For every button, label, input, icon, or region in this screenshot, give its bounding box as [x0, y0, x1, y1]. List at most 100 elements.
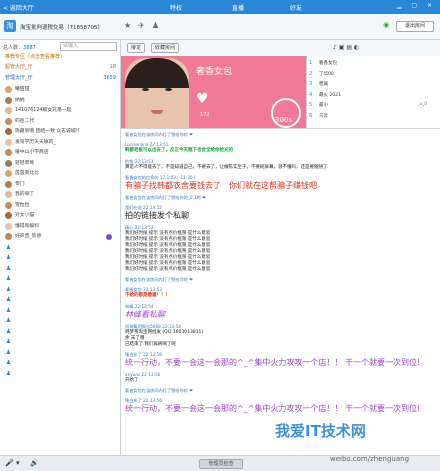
- user-list-item[interactable]: 对女小猫: [0, 211, 120, 221]
- user-list-item[interactable]: ♟: [0, 295, 120, 305]
- queue-user-name[interactable]: 奢香女包: [319, 60, 337, 66]
- user-list-item[interactable]: 发哥学历天天嘛的_: [0, 138, 120, 148]
- microphone-icon[interactable]: 🎤 ▾: [5, 459, 19, 467]
- chat-message: 奢香女包在该房间内打了赞给你的 ❤: [125, 277, 425, 283]
- chat-message-header[interactable]: 奢香女包在该房间内打了赞给你的 ❤: [125, 132, 425, 138]
- user-list-item[interactable]: ♟: [0, 369, 120, 379]
- user-list-item[interactable]: 我的单丁: [0, 190, 120, 200]
- user-name: 我的单丁: [15, 192, 35, 197]
- chat-message-header[interactable]: 奢香女包在该房间内打了赞给你的_0:1的 ❤: [125, 195, 425, 201]
- group-admin-hall-1[interactable]: 超管大厅_厅 18: [0, 63, 120, 72]
- queue-user-name[interactable]: 最火 2021: [319, 92, 341, 98]
- queue-user-name[interactable]: 稳诚: [319, 81, 328, 87]
- user-list-item[interactable]: ♟: [0, 337, 120, 347]
- chat-message-header[interactable]: 奢香女包在该房间内打了赞给你的 ❤: [125, 388, 425, 394]
- user-list-item[interactable]: 懂得和解料: [0, 222, 120, 232]
- queue-user-name[interactable]: 乌云: [319, 113, 328, 119]
- user-avatar: [5, 170, 12, 177]
- chat-message: 精心 22:13:52 我们好时候 提示 没有点价框限 是什么意思 我们好时候 提示…: [125, 225, 425, 273]
- anchor-name: 奢香女包: [196, 67, 233, 77]
- user-icon: ♟: [5, 317, 12, 324]
- speaker-icon[interactable]: 🔊: [30, 459, 39, 467]
- chat-message: 拍拍 22:13:51 算是人不得能去了，不是知道自己，不要去了，让做陈实至于，不…: [125, 159, 425, 171]
- user-list-item[interactable]: ♟: [0, 306, 120, 316]
- chat-message-body: 不给的都是傻逼！！！: [125, 293, 425, 299]
- user-list-item[interactable]: ♟: [0, 348, 120, 358]
- tab-privilege[interactable]: 特权: [170, 3, 182, 12]
- chat-message: 奢香女包的信息的 17:1:03 (-11:30 ) 有骗子找韩都衣舍要钱去了 你…: [125, 175, 425, 191]
- user-icon: ♟: [5, 359, 12, 366]
- plane-icon[interactable]: ✈: [138, 21, 145, 30]
- user-list-item[interactable]: 的爸二代: [0, 117, 120, 127]
- relay-button[interactable]: 接龙: [127, 43, 146, 53]
- left-bottom-bar: [0, 443, 120, 455]
- user-list-item[interactable]: 轻轻草莓: [0, 159, 120, 169]
- queue-number: 4: [309, 91, 313, 98]
- user-avatar: [5, 96, 12, 104]
- watermark-cn: 我爱IT技术网: [275, 422, 366, 440]
- group-admin-hall-2[interactable]: 管理大厅_厅 3659: [0, 74, 120, 83]
- user-list-item[interactable]: 缓中山小学商店: [0, 148, 120, 158]
- user-list-item[interactable]: 纳纳: [0, 96, 120, 106]
- chat-message: 林峰 22:13:54 林峰看私聊: [125, 304, 425, 320]
- anchor-eye-right: [165, 88, 172, 91]
- chat-message-body: 韩都老板可以出去了，反正今天跑下也会全给你抢光的: [125, 148, 425, 154]
- user-icon: ♟: [5, 254, 12, 261]
- user-list-item[interactable]: 茵茵爽比比: [0, 169, 120, 179]
- user-list-item[interactable]: ♟: [0, 285, 120, 295]
- manage-check-button[interactable]: 管理员检查: [199, 459, 243, 469]
- user-list-item[interactable]: ♟: [0, 327, 120, 337]
- back-to-lobby-button[interactable]: < 返回大厅: [3, 3, 34, 12]
- user-icon: ♟: [5, 327, 12, 335]
- search-input[interactable]: 请输入: [60, 42, 117, 51]
- user-list-item[interactable]: ♟: [0, 243, 120, 253]
- chat-message: 锤白东了 22:13:58 统一行动，不要一会这一会那的^_^集中火力攻攻一个店！…: [125, 352, 425, 368]
- user-list-item[interactable]: ♟: [0, 316, 120, 326]
- top-bar: < 返回大厅 特权 直播 好友 ▁ ▢ ✕: [0, 0, 440, 14]
- queue-number: 5: [309, 102, 313, 108]
- user-list-item[interactable]: 好声音_慌感: [0, 232, 120, 242]
- user-name: 缓中山小学商店: [15, 150, 49, 155]
- chat-message: 奢香女包在该房间内打了赞给你的_0:1的 ❤: [125, 195, 425, 201]
- heart-count: 172: [200, 112, 210, 118]
- chat-area[interactable]: 奢香女包在该房间内打了赞给你的 ❤ Lucisenlina 22:13:51 韩都老…: [121, 128, 440, 455]
- window-controls[interactable]: ▁ ▢ ✕: [397, 2, 436, 9]
- media-controls-icon[interactable]: ♪ ▣ ▤ ◐: [333, 44, 359, 51]
- user-avatar: [5, 86, 12, 93]
- user-list-item[interactable]: 曦甜甜: [0, 85, 120, 95]
- user-list-item[interactable]: 141076124解女兄弟一起: [0, 106, 120, 116]
- queue-user-name[interactable]: 了华00: [319, 71, 334, 77]
- heart-icon[interactable]: ♥: [196, 92, 210, 106]
- tab-live[interactable]: 直播: [232, 3, 244, 12]
- user-list-item[interactable]: 隐藏到哦 团结一致 众志诚城!!: [0, 127, 120, 137]
- chat-message-line: 已结束了 我们再刷啊了呢: [125, 342, 176, 347]
- chat-message-body: 统一行动，不要一会这一会那的^_^集中火力攻攻一个店！！ 干一个就要一次到位!: [125, 404, 425, 414]
- user-icon: ♟: [5, 296, 12, 303]
- anchor-mouth: [151, 110, 163, 114]
- star-icon[interactable]: ★: [124, 21, 131, 30]
- user-avatar: [5, 201, 12, 209]
- group-recommend[interactable]: 推荐专区（点击查看推荐）: [0, 53, 120, 62]
- user-list-item[interactable]: ♟: [0, 274, 120, 284]
- chat-message-body: 林峰看私聊: [125, 310, 425, 320]
- user-list-item[interactable]: 雪粒粒: [0, 201, 120, 211]
- user-list-item[interactable]: ♟: [0, 358, 120, 368]
- user-list-item[interactable]: 零门: [0, 180, 120, 190]
- add-user-icon[interactable]: ♟: [152, 21, 159, 30]
- favorite-room-button[interactable]: 收藏房间: [151, 43, 180, 53]
- user-name: 好声音_慌感: [15, 234, 42, 239]
- exit-room-button[interactable]: 退出房间: [396, 21, 434, 32]
- user-list-item[interactable]: ♟: [0, 253, 120, 263]
- chat-message-line: 开始了: [125, 378, 139, 383]
- queue-user-name[interactable]: 最小: [319, 102, 328, 108]
- timer-seconds: 300s: [275, 116, 293, 124]
- tab-friends[interactable]: 好友: [290, 3, 302, 12]
- user-name: 曦甜甜: [15, 87, 30, 92]
- user-name: 懂得和解料: [15, 223, 39, 229]
- live-video[interactable]: 奢香女包 ♥ 172 300s: [121, 56, 306, 128]
- user-icon: ♟: [5, 369, 12, 377]
- user-list-item[interactable]: ♟: [0, 264, 120, 274]
- user-name: 零门: [15, 181, 25, 187]
- user-icon: ♟: [5, 275, 12, 282]
- chat-message-header[interactable]: 奢香女包在该房间内打了赞给你的 ❤: [125, 277, 425, 283]
